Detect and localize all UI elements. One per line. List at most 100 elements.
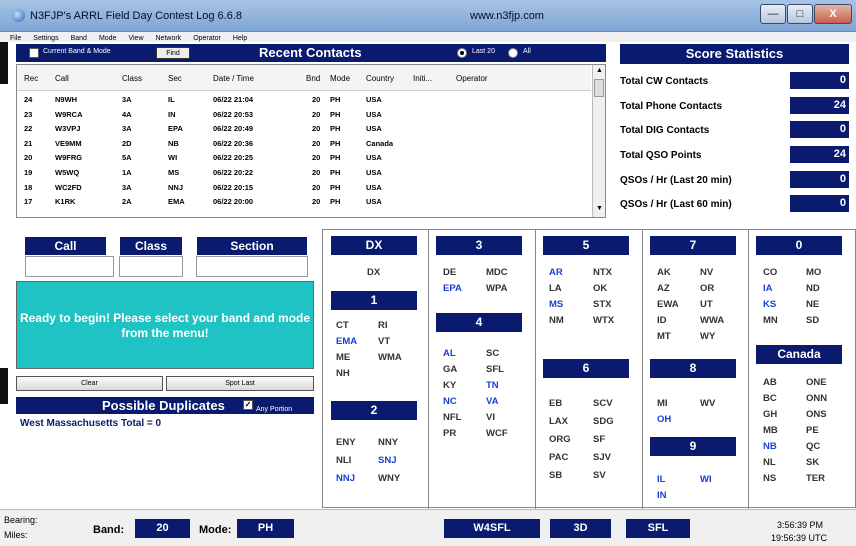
maximize-button[interactable]: □ (787, 4, 813, 24)
clear-button[interactable]: Clear (16, 376, 163, 391)
spot-last-button[interactable]: Spot Last (166, 376, 314, 391)
section-ak[interactable]: AK (657, 267, 671, 278)
section-ia[interactable]: IA (763, 283, 773, 294)
menu-help[interactable]: Help (227, 34, 253, 44)
section-bc[interactable]: BC (763, 393, 777, 404)
section-mdc[interactable]: MDC (486, 267, 508, 278)
section-sd[interactable]: SD (806, 315, 819, 326)
menu-network[interactable]: Network (150, 34, 188, 44)
table-row[interactable]: 17 K1RK 2A EMA 06/22 20:00 20 PH USA (17, 196, 591, 208)
find-button[interactable]: Find (156, 47, 190, 59)
section-ter[interactable]: TER (806, 473, 825, 484)
section-snj[interactable]: SNJ (378, 455, 396, 466)
section-wcf[interactable]: WCF (486, 428, 508, 439)
section-wma[interactable]: WMA (378, 352, 402, 363)
section-nli[interactable]: NLI (336, 455, 351, 466)
section-pac[interactable]: PAC (549, 452, 568, 463)
section-mn[interactable]: MN (763, 315, 778, 326)
section-in[interactable]: IN (657, 490, 667, 501)
section-nd[interactable]: ND (806, 283, 820, 294)
section-co[interactable]: CO (763, 267, 777, 278)
section-ok[interactable]: OK (593, 283, 607, 294)
menu-view[interactable]: View (122, 34, 149, 44)
section-gh[interactable]: GH (763, 409, 777, 420)
section-ntx[interactable]: NTX (593, 267, 612, 278)
section-la[interactable]: LA (549, 283, 562, 294)
col-operator[interactable]: Operator (456, 74, 488, 83)
col-class[interactable]: Class (122, 74, 142, 83)
menu-band[interactable]: Band (65, 34, 93, 44)
section-sjv[interactable]: SJV (593, 452, 611, 463)
section-nc[interactable]: NC (443, 396, 457, 407)
section-nh[interactable]: NH (336, 368, 350, 379)
section-or[interactable]: OR (700, 283, 714, 294)
col-bnd[interactable]: Bnd (306, 74, 320, 83)
section-nv[interactable]: NV (700, 267, 713, 278)
menu-operator[interactable]: Operator (187, 34, 227, 44)
table-row[interactable]: 18 WC2FD 3A NNJ 06/22 20:15 20 PH USA (17, 182, 591, 194)
section-org[interactable]: ORG (549, 434, 571, 445)
class-input[interactable] (119, 256, 183, 277)
section-qc[interactable]: QC (806, 441, 820, 452)
section-de[interactable]: DE (443, 267, 456, 278)
section-nnj[interactable]: NNJ (336, 473, 355, 484)
section-nb[interactable]: NB (763, 441, 777, 452)
scroll-up-icon[interactable]: ▲ (596, 67, 603, 74)
section-va[interactable]: VA (486, 396, 499, 407)
section-az[interactable]: AZ (657, 283, 670, 294)
col-date-time[interactable]: Date / Time (213, 74, 254, 83)
table-row[interactable]: 21 VE9MM 2D NB 06/22 20:36 20 PH Canada (17, 138, 591, 150)
section-mo[interactable]: MO (806, 267, 821, 278)
section-ns[interactable]: NS (763, 473, 776, 484)
section-ab[interactable]: AB (763, 377, 777, 388)
menu-mode[interactable]: Mode (93, 34, 123, 44)
col-call[interactable]: Call (55, 74, 69, 83)
current-band-mode-checkbox[interactable] (29, 48, 39, 58)
section-sb[interactable]: SB (549, 470, 562, 481)
section-input[interactable] (196, 256, 308, 277)
section-vt[interactable]: VT (378, 336, 390, 347)
section-ks[interactable]: KS (763, 299, 776, 310)
section-mi[interactable]: MI (657, 398, 668, 409)
section-wtx[interactable]: WTX (593, 315, 614, 326)
section-ewa[interactable]: EWA (657, 299, 679, 310)
section-ky[interactable]: KY (443, 380, 456, 391)
section-onn[interactable]: ONN (806, 393, 827, 404)
section-me[interactable]: ME (336, 352, 350, 363)
section-dx[interactable]: DX (367, 267, 380, 278)
section-stx[interactable]: STX (593, 299, 611, 310)
section-mb[interactable]: MB (763, 425, 778, 436)
section-vi[interactable]: VI (486, 412, 495, 423)
section-wpa[interactable]: WPA (486, 283, 507, 294)
section-al[interactable]: AL (443, 348, 456, 359)
table-row[interactable]: 20 W9FRG 5A WI 06/22 20:25 20 PH USA (17, 152, 591, 164)
col-rec[interactable]: Rec (24, 74, 38, 83)
section-ut[interactable]: UT (700, 299, 713, 310)
col-sec[interactable]: Sec (168, 74, 182, 83)
section-sv[interactable]: SV (593, 470, 606, 481)
section-wy[interactable]: WY (700, 331, 715, 342)
section-eny[interactable]: ENY (336, 437, 356, 448)
section-tn[interactable]: TN (486, 380, 499, 391)
scroll-down-icon[interactable]: ▼ (596, 205, 603, 212)
section-ons[interactable]: ONS (806, 409, 827, 420)
section-nm[interactable]: NM (549, 315, 564, 326)
section-ga[interactable]: GA (443, 364, 457, 375)
any-portion-checkbox[interactable]: ✓ (243, 400, 253, 410)
section-pr[interactable]: PR (443, 428, 456, 439)
section-scv[interactable]: SCV (593, 398, 613, 409)
all-radio[interactable] (508, 48, 518, 58)
section-eb[interactable]: EB (549, 398, 562, 409)
scroll-thumb[interactable] (594, 79, 604, 97)
minimize-button[interactable]: — (760, 4, 786, 24)
section-nl[interactable]: NL (763, 457, 776, 468)
section-epa[interactable]: EPA (443, 283, 462, 294)
table-row[interactable]: 23 W9RCA 4A IN 06/22 20:53 20 PH USA (17, 109, 591, 121)
section-sf[interactable]: SF (593, 434, 605, 445)
table-row[interactable]: 19 W5WQ 1A MS 06/22 20:22 20 PH USA (17, 167, 591, 179)
section-wny[interactable]: WNY (378, 473, 400, 484)
close-button[interactable]: X (814, 4, 852, 24)
section-sfl[interactable]: SFL (486, 364, 504, 375)
section-mt[interactable]: MT (657, 331, 671, 342)
section-ms[interactable]: MS (549, 299, 563, 310)
